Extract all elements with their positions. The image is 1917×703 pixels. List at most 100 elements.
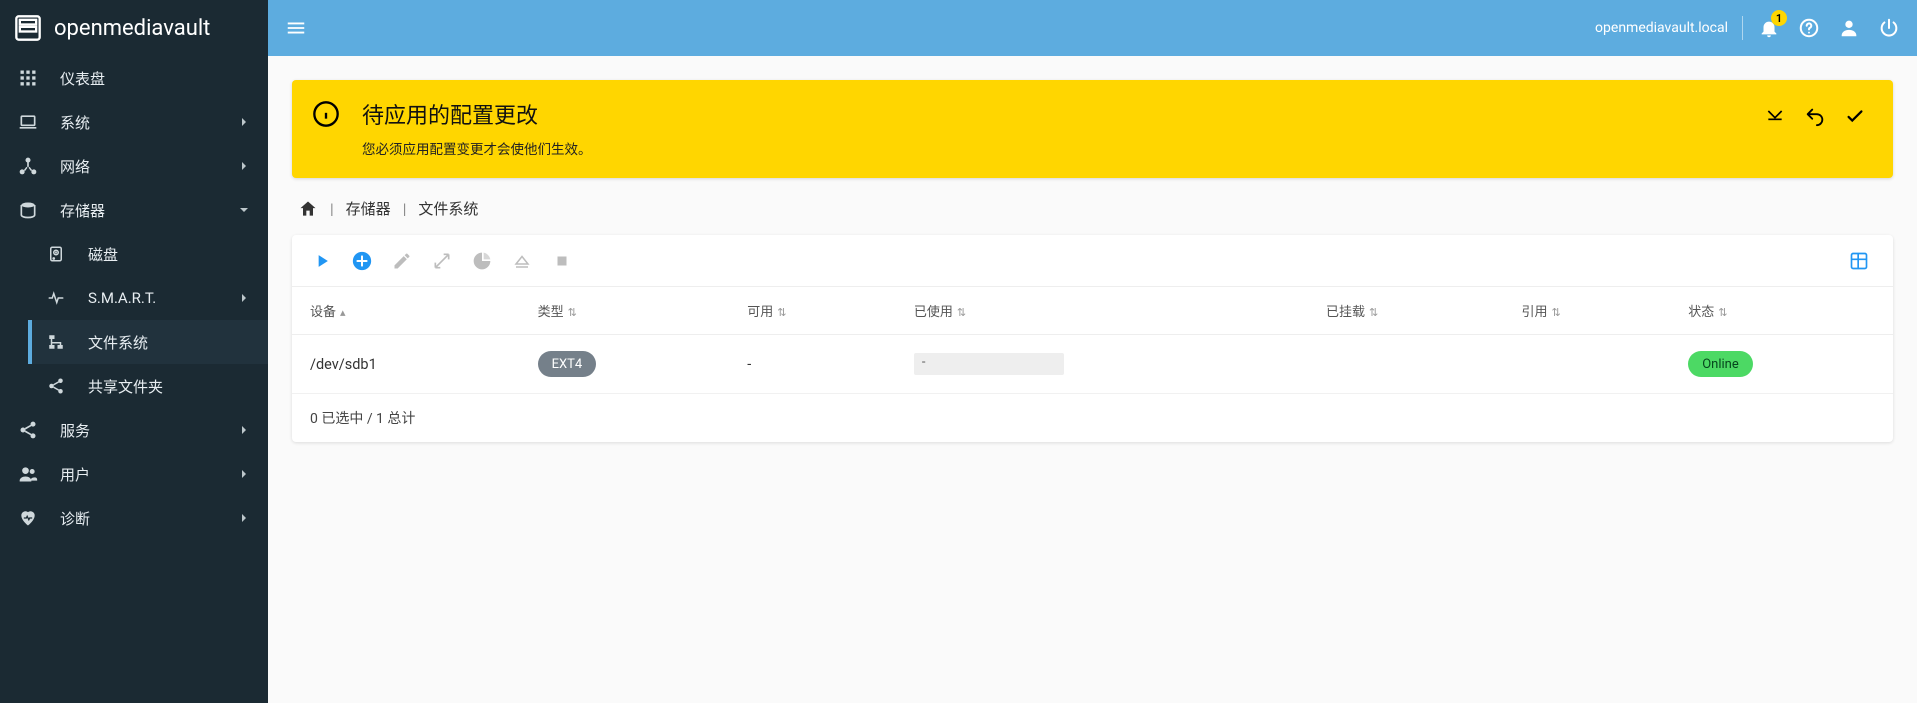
sidebar-item-label: 系统 [60, 112, 236, 133]
col-used[interactable]: 已使用⇅ [896, 287, 1308, 335]
users-icon [16, 464, 40, 484]
breadcrumb-separator: | [403, 200, 407, 218]
top-header: openmediavault openmediavault.local 1 [0, 0, 1917, 56]
user-menu-button[interactable] [1829, 8, 1869, 48]
sidebar-item-label: 文件系统 [88, 332, 252, 353]
table-selection-summary: 0 已选中 / 1 总计 [292, 394, 1893, 442]
sidebar-item-services[interactable]: 服务 [0, 408, 268, 452]
menu-toggle-button[interactable] [276, 8, 316, 48]
col-referenced[interactable]: 引用⇅ [1504, 287, 1671, 335]
disk-icon [44, 245, 68, 263]
sidebar-item-smart[interactable]: S.M.A.R.T. [28, 276, 268, 320]
cell-type: EXT4 [520, 335, 730, 394]
brand-title: openmediavault [54, 16, 210, 41]
alert-actions [1757, 98, 1873, 134]
sort-icon: ⇅ [777, 306, 786, 319]
status-chip: Online [1688, 351, 1753, 377]
sidebar-item-filesystems[interactable]: 文件系统 [28, 320, 268, 364]
sidebar-item-label: 磁盘 [88, 244, 252, 265]
resize-button[interactable] [424, 243, 460, 279]
info-icon [312, 100, 340, 128]
sidebar-item-diagnostics[interactable]: 诊断 [0, 496, 268, 540]
col-mounted[interactable]: 已挂载⇅ [1308, 287, 1504, 335]
chevron-right-icon [236, 466, 252, 482]
alert-title: 待应用的配置更改 [362, 98, 592, 130]
alert-details-button[interactable] [1757, 98, 1793, 134]
alert-text: 待应用的配置更改 您必须应用配置变更才会使他们生效。 [362, 98, 592, 158]
panel-toolbar [292, 235, 1893, 287]
filesystem-panel: 设备▴ 类型⇅ 可用⇅ 已使用⇅ 已挂载⇅ 引用⇅ 状态⇅ /dev/sdb1 … [292, 235, 1893, 442]
sidebar-item-disks[interactable]: 磁盘 [28, 232, 268, 276]
col-status[interactable]: 状态⇅ [1670, 287, 1893, 335]
cell-referenced [1504, 335, 1671, 394]
dashboard-icon [16, 68, 40, 88]
sort-icon: ⇅ [1369, 306, 1378, 319]
power-button[interactable] [1869, 8, 1909, 48]
filesystem-table: 设备▴ 类型⇅ 可用⇅ 已使用⇅ 已挂载⇅ 引用⇅ 状态⇅ /dev/sdb1 … [292, 287, 1893, 394]
breadcrumb: | 存储器 | 文件系统 [292, 198, 1893, 219]
chevron-right-icon [236, 510, 252, 526]
hostname-label: openmediavault.local [1595, 20, 1728, 36]
laptop-icon [16, 112, 40, 132]
header-separator [1742, 16, 1743, 40]
chevron-right-icon [236, 158, 252, 174]
col-available[interactable]: 可用⇅ [729, 287, 896, 335]
edit-button[interactable] [384, 243, 420, 279]
sidebar-item-label: 存储器 [60, 200, 236, 221]
quota-button[interactable] [464, 243, 500, 279]
sidebar-item-storage[interactable]: 存储器 [0, 188, 268, 232]
type-chip: EXT4 [538, 351, 597, 377]
sidebar-item-label: 共享文件夹 [88, 376, 252, 397]
sidebar-item-label: 诊断 [60, 508, 236, 529]
cell-available: - [729, 335, 896, 394]
sort-asc-icon: ▴ [340, 306, 346, 319]
notifications-button[interactable]: 1 [1749, 8, 1789, 48]
breadcrumb-home[interactable] [298, 199, 318, 219]
sidebar-item-sharedfolders[interactable]: 共享文件夹 [28, 364, 268, 408]
table-header-row: 设备▴ 类型⇅ 可用⇅ 已使用⇅ 已挂载⇅ 引用⇅ 状态⇅ [292, 287, 1893, 335]
share-icon [44, 377, 68, 395]
col-device[interactable]: 设备▴ [292, 287, 520, 335]
sidebar-storage-submenu: 磁盘 S.M.A.R.T. 文件系统 共享文件夹 [0, 232, 268, 408]
mount-button[interactable] [304, 243, 340, 279]
sort-icon: ⇅ [1718, 306, 1727, 319]
sidebar-item-network[interactable]: 网络 [0, 144, 268, 188]
chevron-right-icon [236, 114, 252, 130]
sidebar: 仪表盘 系统 网络 存储器 磁盘 [0, 56, 268, 703]
breadcrumb-storage[interactable]: 存储器 [346, 198, 391, 219]
brand-area: openmediavault [0, 0, 268, 56]
heartbeat-icon [16, 508, 40, 528]
share-icon [16, 420, 40, 440]
help-button[interactable] [1789, 8, 1829, 48]
col-type[interactable]: 类型⇅ [520, 287, 730, 335]
cell-used: - [896, 335, 1308, 394]
sidebar-item-dashboard[interactable]: 仪表盘 [0, 56, 268, 100]
filesystem-icon [44, 333, 68, 351]
notifications-badge: 1 [1771, 10, 1787, 26]
storage-icon [16, 200, 40, 220]
chevron-right-icon [236, 422, 252, 438]
chevron-down-icon [236, 202, 252, 218]
sidebar-item-label: S.M.A.R.T. [88, 289, 236, 307]
sidebar-item-label: 网络 [60, 156, 236, 177]
network-icon [16, 156, 40, 176]
sidebar-item-system[interactable]: 系统 [0, 100, 268, 144]
sort-icon: ⇅ [1552, 306, 1561, 319]
alert-message: 您必须应用配置变更才会使他们生效。 [362, 138, 592, 158]
top-toolbar: openmediavault.local 1 [268, 0, 1917, 56]
table-settings-button[interactable] [1841, 243, 1877, 279]
sidebar-item-label: 用户 [60, 464, 236, 485]
sort-icon: ⇅ [568, 306, 577, 319]
delete-button[interactable] [544, 243, 580, 279]
cell-device: /dev/sdb1 [292, 335, 520, 394]
pending-config-alert: 待应用的配置更改 您必须应用配置变更才会使他们生效。 [292, 80, 1893, 178]
sidebar-item-users[interactable]: 用户 [0, 452, 268, 496]
alert-revert-button[interactable] [1797, 98, 1833, 134]
table-row[interactable]: /dev/sdb1 EXT4 - - Online [292, 335, 1893, 394]
unmount-button[interactable] [504, 243, 540, 279]
create-button[interactable] [344, 243, 380, 279]
pulse-icon [44, 289, 68, 307]
sidebar-item-label: 服务 [60, 420, 236, 441]
chevron-right-icon [236, 290, 252, 306]
alert-apply-button[interactable] [1837, 98, 1873, 134]
